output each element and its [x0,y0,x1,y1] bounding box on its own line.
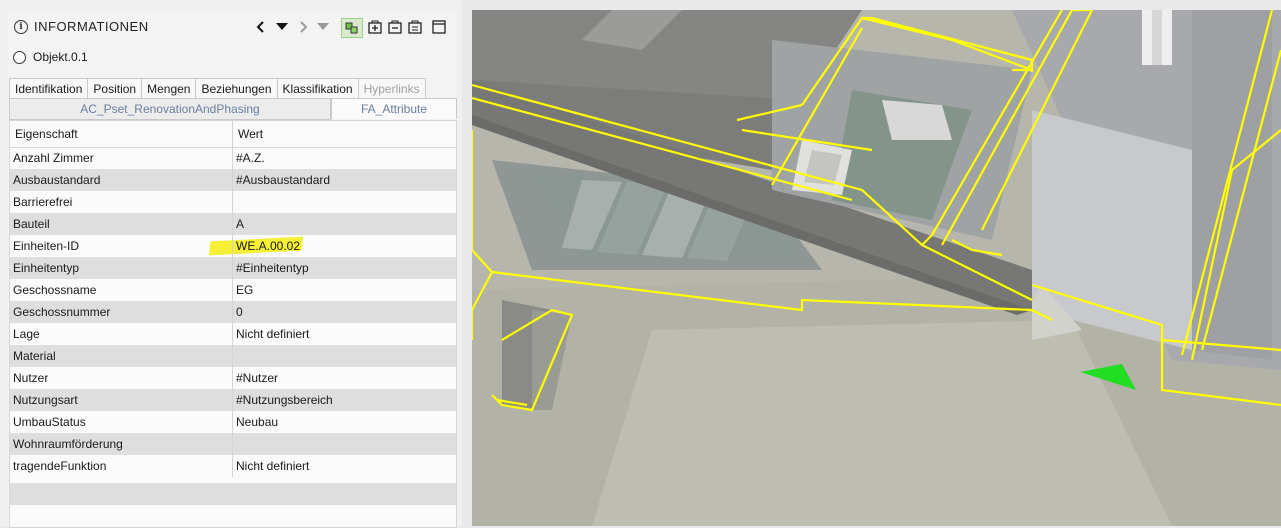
value-cell: A [236,217,245,231]
table-row[interactable]: Nutzer #Nutzer [10,367,456,389]
table-row[interactable]: Anzahl Zimmer #A.Z. [10,147,456,169]
chevron-right-icon[interactable] [295,18,311,36]
table-row[interactable]: Geschossname EG [10,279,456,301]
table-row[interactable]: Barrierefrei [10,191,456,213]
list-icon[interactable] [407,18,423,36]
panel-header: i INFORMATIONEN [7,10,457,44]
tab-bar-primary: Identifikation Position Mengen Beziehung… [9,78,426,99]
value-cell: Neubau [236,415,279,429]
info-panel-body: i INFORMATIONEN Objekt.0.1 Identifikatio… [7,10,457,528]
info-icon: i [14,19,28,34]
value-cell: Nicht definiert [236,459,310,473]
property-cell: Bauteil [10,213,233,235]
value-cell: 0 [236,305,243,319]
table-row[interactable]: UmbauStatus Neubau [10,411,456,433]
table-row[interactable]: Ausbaustandard #Ausbaustandard [10,169,456,191]
value-cell: #Ausbaustandard [236,173,331,187]
table-row[interactable]: Wohnraumförderung [10,433,456,455]
table-row[interactable]: tragendeFunktion Nicht definiert [10,455,456,477]
table-row[interactable]: Geschossnummer 0 [10,301,456,323]
table-row[interactable]: Einheiten-ID WE.A.00.02 [10,235,456,257]
value-cell [233,433,456,455]
add-group-icon[interactable] [367,18,383,36]
table-row[interactable]: Einheitentyp #Einheitentyp [10,257,456,279]
panel-title-group: i INFORMATIONEN [14,19,149,34]
property-cell: Material [10,345,233,367]
tab-beziehungen[interactable]: Beziehungen [195,78,278,99]
property-cell: Anzahl Zimmer [10,147,233,169]
tab-bar-secondary: AC_Pset_RenovationAndPhasing FA_Attribut… [9,98,457,120]
tab-identifikation[interactable]: Identifikation [9,78,89,99]
chevron-left-icon[interactable] [253,18,269,36]
3d-viewport[interactable] [472,10,1281,526]
tab-position[interactable]: Position [87,78,143,99]
property-cell: tragendeFunktion [10,455,233,477]
remove-group-icon[interactable] [387,18,403,36]
property-cell: Einheitentyp [10,257,233,279]
property-cell: Ausbaustandard [10,169,233,191]
window-icon[interactable] [431,18,447,36]
tab-fa-attribute[interactable]: FA_Attribute [331,98,457,119]
value-cell: #Einheitentyp [236,261,309,275]
tab-mengen[interactable]: Mengen [141,78,197,99]
object-radio[interactable] [13,50,26,64]
caret-down-icon[interactable] [274,18,290,36]
object-selector[interactable]: Objekt.0.1 [13,50,88,64]
table-header: Eigenschaft Wert [10,121,456,148]
tab-hyperlinks[interactable]: Hyperlinks [357,78,426,99]
panel-title: INFORMATIONEN [34,19,149,34]
property-cell: Wohnraumförderung [10,433,233,455]
object-label: Objekt.0.1 [33,50,88,64]
objects-icon[interactable] [341,18,363,38]
tab-klassifikation[interactable]: Klassifikation [276,78,359,99]
table-row[interactable]: Lage Nicht definiert [10,323,456,345]
value-cell: EG [236,283,254,297]
property-cell: Geschossnummer [10,301,233,323]
table-empty-row [10,483,456,505]
value-cell: #Nutzungsbereich [236,393,333,407]
property-cell: Einheiten-ID [10,235,233,257]
caret-down-icon[interactable] [315,18,331,36]
value-cell [233,191,456,213]
column-header-property[interactable]: Eigenschaft [10,121,233,147]
model-view[interactable] [472,10,1281,526]
value-cell: Nicht definiert [236,327,310,341]
property-table: Eigenschaft Wert Anzahl Zimmer #A.Z. Ausb… [9,120,457,528]
table-row[interactable]: Bauteil A [10,213,456,235]
table-row[interactable]: Material [10,345,456,367]
value-cell: #A.Z. [236,151,265,165]
property-cell: UmbauStatus [10,411,233,433]
info-panel: i INFORMATIONEN Objekt.0.1 Identifikatio… [0,0,462,528]
property-cell: Lage [10,323,233,345]
property-cell: Barrierefrei [10,191,233,213]
value-cell: WE.A.00.02 [236,239,301,253]
value-cell: #Nutzer [236,371,279,385]
property-cell: Nutzer [10,367,233,389]
column-header-value[interactable]: Wert [233,121,456,147]
property-cell: Geschossname [10,279,233,301]
value-cell [233,345,456,367]
table-row[interactable]: Nutzungsart #Nutzungsbereich [10,389,456,411]
property-cell: Nutzungsart [10,389,233,411]
tab-ac-pset-renovation[interactable]: AC_Pset_RenovationAndPhasing [9,98,331,120]
